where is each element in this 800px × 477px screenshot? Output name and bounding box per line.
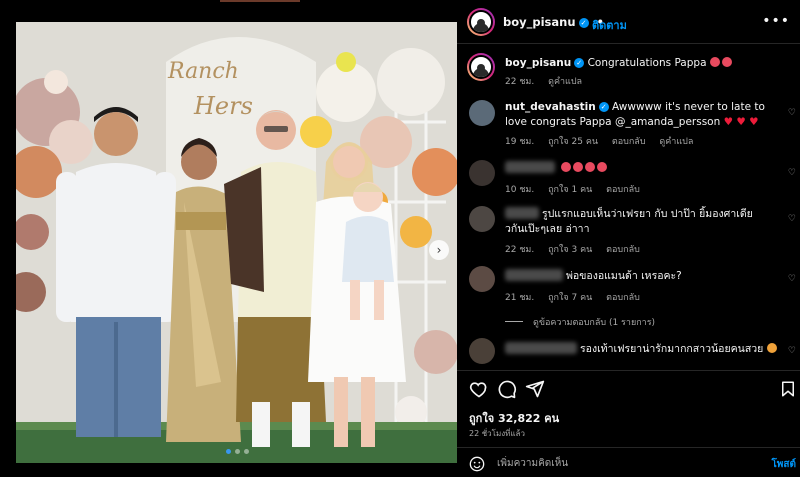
- caption-body: Congratulations Pappa: [587, 57, 707, 69]
- carousel-indicator: [226, 449, 249, 454]
- follow-button[interactable]: ติดตาม: [592, 16, 627, 34]
- comment-translate-link[interactable]: ดูคำแปล: [659, 137, 693, 147]
- comment-age: 21 ชม.: [505, 293, 535, 303]
- next-photo-button[interactable]: ›: [429, 240, 449, 260]
- add-comment-bar: โพสต์: [457, 447, 800, 477]
- comment-text: [505, 161, 781, 176]
- comment-username[interactable]: nut_devahastin: [505, 101, 596, 113]
- comment-body: พ่อของอแมนด้า เหรอคะ?: [566, 270, 682, 282]
- comment-item: รองเท้าเฟรยาน่ารักมากกสาวน้อยคนสวย ♡: [457, 338, 800, 370]
- comment-text: รองเท้าเฟรยาน่ารักมากกสาวน้อยคนสวย: [505, 342, 781, 357]
- comment-likes-link[interactable]: ถูกใจ 1 คน: [548, 185, 592, 195]
- comment-like-icon[interactable]: ♡: [788, 168, 796, 178]
- comment-icon[interactable]: [497, 379, 517, 399]
- post-comment-button[interactable]: โพสต์: [771, 457, 796, 472]
- blurred-username: [505, 207, 539, 219]
- comment-likes-link[interactable]: ถูกใจ 25 คน: [548, 137, 598, 147]
- more-options-icon[interactable]: •••: [762, 13, 790, 29]
- comment-meta: 21 ชม. ถูกใจ 7 คน ตอบกลับ: [505, 290, 651, 304]
- caption-username[interactable]: boy_pisanu: [505, 57, 571, 69]
- share-icon[interactable]: [525, 379, 545, 399]
- caption-avatar[interactable]: [467, 53, 495, 81]
- reply-link[interactable]: ตอบกลับ: [606, 245, 640, 255]
- commenter-avatar[interactable]: [469, 100, 495, 126]
- post-actions: ถูกใจ 32,822 คน 22 ชั่วโมงที่แล้ว: [457, 370, 800, 444]
- emoji-icon: [597, 162, 608, 172]
- post-photo[interactable]: Ranch Hers ›: [16, 22, 457, 463]
- commenter-avatar[interactable]: [469, 338, 495, 364]
- blurred-username: [505, 269, 563, 281]
- bookmark-icon[interactable]: [779, 379, 797, 399]
- comment-item: พ่อของอแมนด้า เหรอคะ? 21 ชม. ถูกใจ 7 คน …: [457, 266, 800, 328]
- author-username-text[interactable]: boy_pisanu: [503, 15, 576, 29]
- author-avatar[interactable]: [467, 8, 495, 36]
- comment-like-icon[interactable]: ♡: [788, 346, 796, 356]
- caption-translate-link[interactable]: ดูคำแปล: [548, 77, 582, 87]
- comment-meta: 22 ชม. ถูกใจ 3 คน ตอบกลับ: [505, 242, 651, 256]
- emoji-icon: [585, 162, 596, 172]
- reply-link[interactable]: ตอบกลับ: [606, 293, 640, 303]
- comment-text: พ่อของอแมนด้า เหรอคะ?: [505, 269, 781, 284]
- carousel-dot: [235, 449, 240, 454]
- comment-meta: 19 ชม. ถูกใจ 25 คน ตอบกลับ ดูคำแปล: [505, 134, 704, 148]
- blurred-username: [505, 161, 555, 173]
- chevron-right-icon: ›: [436, 243, 442, 257]
- reply-link[interactable]: ตอบกลับ: [612, 137, 646, 147]
- blurred-username: [505, 342, 577, 354]
- emoji-icon: [573, 162, 584, 172]
- comment-age: 19 ชม.: [505, 137, 535, 147]
- comment-body: รูปแรกแอบเห็นว่าเฟรยา กับ ปาป๊า ยิ้มองศา…: [505, 208, 753, 235]
- comment-like-icon[interactable]: ♡: [788, 214, 796, 224]
- post-details-panel: boy_pisanu ✓ • ติดตาม ••• boy_pisanu ✓ Con…: [457, 0, 800, 477]
- caption-age: 22 ชม.: [505, 77, 535, 87]
- sign-line-2: Hers: [193, 92, 253, 120]
- comment-like-icon[interactable]: ♡: [788, 108, 796, 118]
- view-replies-text[interactable]: ดูข้อความตอบกลับ (1 รายการ): [533, 318, 655, 328]
- comment-likes-link[interactable]: ถูกใจ 3 คน: [548, 245, 592, 255]
- carousel-dot: [244, 449, 249, 454]
- comment-item: nut_devahastin ✓ Awwwww it's never to lat…: [457, 96, 800, 148]
- comment-input[interactable]: [497, 455, 747, 471]
- replies-line: [505, 321, 523, 322]
- commenter-avatar[interactable]: [469, 206, 495, 232]
- emoji-smile-icon[interactable]: [469, 456, 485, 472]
- verified-badge-icon: ✓: [574, 58, 585, 68]
- likes-count[interactable]: ถูกใจ 32,822 คน: [469, 409, 559, 427]
- comment-age: 10 ชม.: [505, 185, 535, 195]
- comment-body: รองเท้าเฟรยาน่ารักมากกสาวน้อยคนสวย: [580, 343, 764, 355]
- carousel-dot: [226, 449, 231, 454]
- caption-item: boy_pisanu ✓ Congratulations Pappa 22 ชม.…: [457, 50, 800, 94]
- comment-likes-link[interactable]: ถูกใจ 7 คน: [548, 293, 592, 303]
- heart-emoji-icons: ♥ ♥ ♥: [723, 116, 759, 128]
- commenter-avatar[interactable]: [469, 266, 495, 292]
- emoji-icon: [709, 57, 720, 67]
- commenter-avatar[interactable]: [469, 160, 495, 186]
- top-edge-strip: [220, 0, 300, 2]
- post-time: 22 ชั่วโมงที่แล้ว: [469, 429, 525, 438]
- verified-badge-icon: ✓: [598, 102, 609, 112]
- comment-text: รูปแรกแอบเห็นว่าเฟรยา กับ ปาป๊า ยิ้มองศา…: [505, 207, 781, 237]
- view-replies-link[interactable]: ดูข้อความตอบกลับ (1 รายการ): [505, 315, 655, 329]
- photo-scene: Ranch Hers: [16, 22, 457, 463]
- caption-meta: 22 ชม. ดูคำแปล: [505, 74, 593, 88]
- emoji-icon: [766, 343, 777, 353]
- reply-link[interactable]: ตอบกลับ: [606, 185, 640, 195]
- caption-text: boy_pisanu ✓ Congratulations Pappa: [505, 56, 781, 71]
- comment-item: 10 ชม. ถูกใจ 1 คน ตอบกลับ ♡: [457, 158, 800, 196]
- comment-text: nut_devahastin ✓ Awwwww it's never to lat…: [505, 100, 781, 130]
- post-header: boy_pisanu ✓ • ติดตาม •••: [457, 0, 800, 44]
- emoji-icon: [561, 162, 572, 172]
- comment-like-icon[interactable]: ♡: [788, 274, 796, 284]
- verified-badge-icon: ✓: [578, 18, 589, 28]
- heart-icon[interactable]: [469, 379, 489, 399]
- emoji-icon: [721, 57, 732, 67]
- comment-age: 22 ชม.: [505, 245, 535, 255]
- sign-line-1: Ranch: [167, 59, 239, 84]
- comment-item: รูปแรกแอบเห็นว่าเฟรยา กับ ปาป๊า ยิ้มองศา…: [457, 204, 800, 256]
- comment-meta: 10 ชม. ถูกใจ 1 คน ตอบกลับ: [505, 182, 651, 196]
